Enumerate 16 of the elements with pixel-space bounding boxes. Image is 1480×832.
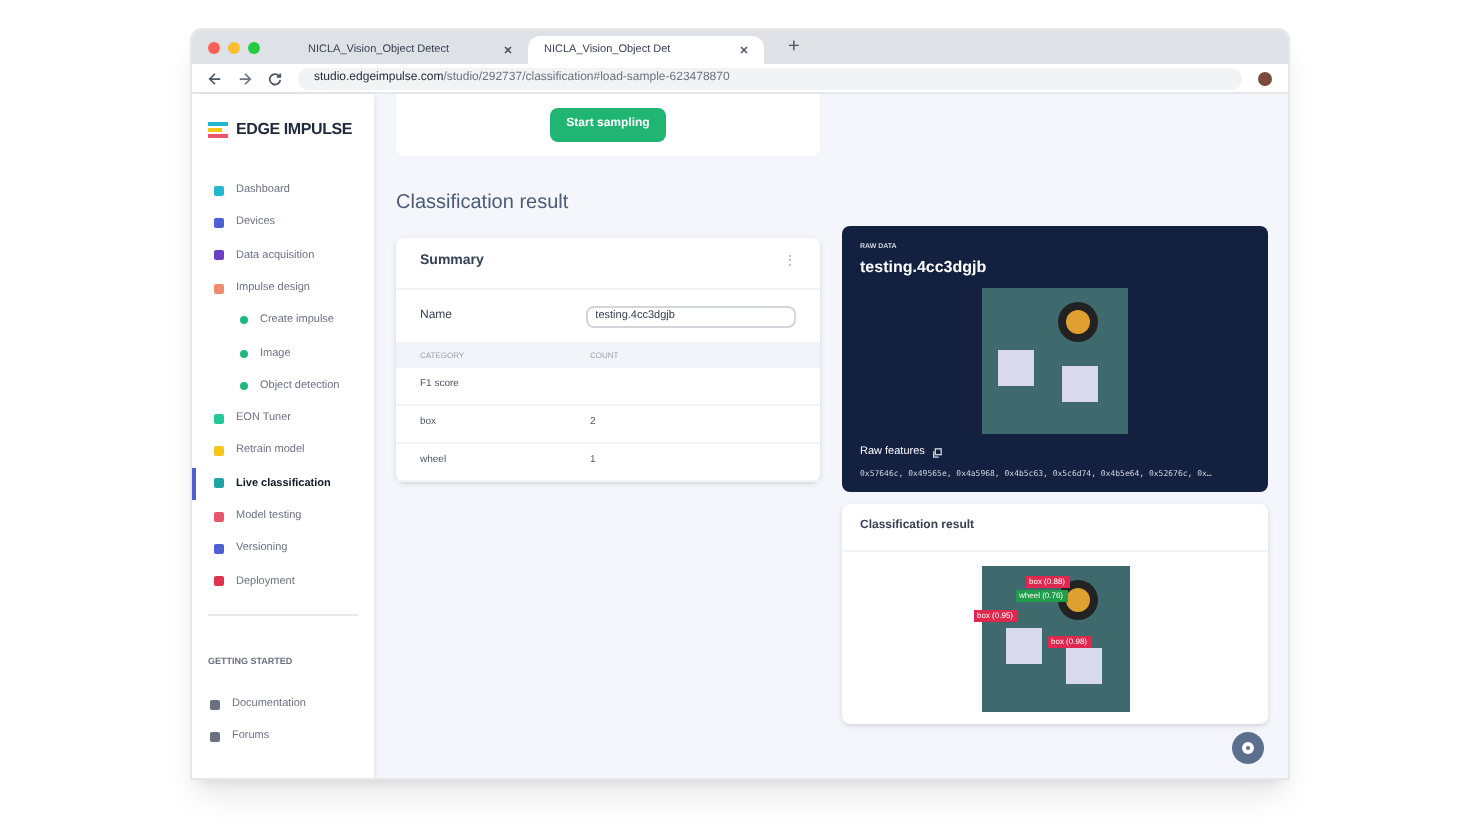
back-icon[interactable] — [208, 71, 222, 85]
profile-avatar[interactable] — [1258, 71, 1272, 85]
logo-text: EDGE IMPULSE — [236, 118, 353, 142]
new-tab-button[interactable]: + — [788, 32, 800, 62]
forward-icon[interactable] — [238, 71, 252, 85]
sample-title: testing.4cc3dgjb — [860, 256, 989, 281]
section-title: Classification result — [396, 190, 571, 218]
copy-icon[interactable] — [932, 447, 943, 458]
help-button[interactable] — [1232, 731, 1264, 763]
reload-icon[interactable] — [268, 71, 282, 85]
close-tab-icon[interactable] — [504, 46, 512, 54]
link-icon — [210, 732, 220, 743]
link-icon — [210, 699, 220, 710]
help-icon — [1242, 741, 1254, 753]
logo-icon — [208, 122, 228, 138]
close-tab-icon[interactable] — [740, 46, 748, 54]
